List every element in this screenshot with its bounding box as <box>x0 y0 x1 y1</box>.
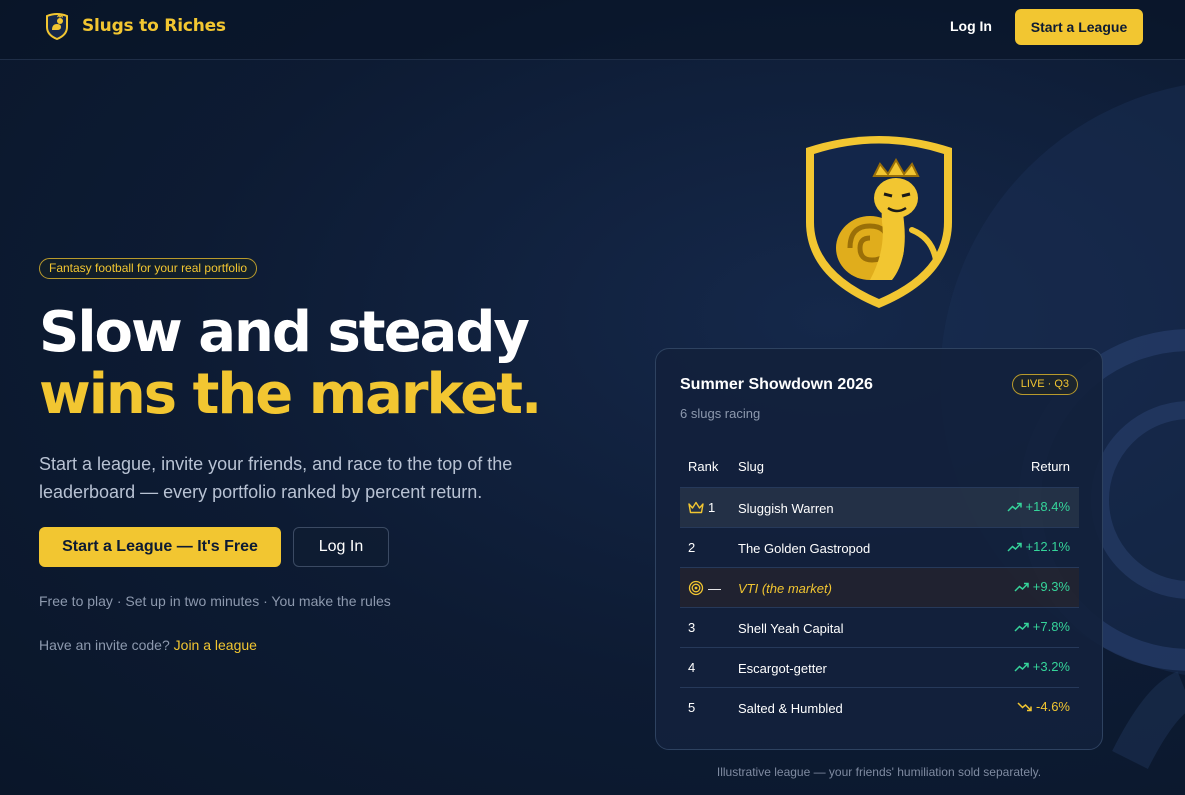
invite-line: Have an invite code? Join a league <box>39 637 257 653</box>
hero-lead-text: Start a league, invite your friends, and… <box>39 454 513 502</box>
column-header-rank: Rank <box>688 459 719 474</box>
return-value: +3.2% <box>1032 659 1070 674</box>
return-cell: +9.3% <box>1014 579 1070 594</box>
rank-value: 1 <box>708 500 716 515</box>
return-cell: +3.2% <box>1014 659 1070 674</box>
return-value: +7.8% <box>1032 619 1070 634</box>
table-row: 1 Sluggish Warren +18.4% <box>680 487 1079 527</box>
live-status-badge: LIVE · Q3 <box>1011 374 1078 395</box>
trend-down-icon <box>1017 701 1032 711</box>
rank-cell: 2 <box>688 540 695 555</box>
return-cell: +12.1% <box>1007 539 1070 554</box>
slug-name: Salted & Humbled <box>738 701 843 716</box>
return-value: +9.3% <box>1032 579 1070 594</box>
league-preview-card: Summer Showdown 2026 LIVE · Q3 6 slugs r… <box>655 348 1103 750</box>
rank-cell: 3 <box>688 620 695 635</box>
return-value: +18.4% <box>1025 499 1070 514</box>
illustrative-caption: Illustrative league — your friends' humi… <box>716 765 1042 779</box>
headline-line-1: Slow and steady <box>39 300 530 365</box>
join-league-link[interactable]: Join a league <box>174 637 257 653</box>
trend-up-icon <box>1014 622 1029 632</box>
rank-value: 4 <box>688 660 696 675</box>
top-navigation-bar: Slugs to Riches Log In Start a League <box>0 0 1185 60</box>
rank-value: — <box>708 580 721 596</box>
tagline-pill: Fantasy football for your real portfolio <box>39 258 258 279</box>
slug-name: VTI (the market) <box>738 581 832 596</box>
hero-headline: Slow and steady wins the market. <box>39 300 542 427</box>
return-value: +12.1% <box>1025 539 1070 554</box>
slug-name: Sluggish Warren <box>738 501 834 516</box>
rank-cell: 5 <box>688 700 695 715</box>
feature-note: Free to play · Set up in two minutes · Y… <box>39 593 391 609</box>
brand[interactable]: Slugs to Riches <box>44 12 226 40</box>
table-row: 5 Salted & Humbled -4.6% <box>680 687 1079 727</box>
trend-up-icon <box>1014 582 1029 592</box>
target-icon <box>688 580 704 596</box>
start-league-free-button[interactable]: Start a League — It's Free <box>39 527 281 567</box>
header-start-league-button[interactable]: Start a League <box>1015 9 1143 45</box>
brand-name: Slugs to Riches <box>82 16 226 36</box>
headline-line-2: wins the market. <box>39 362 542 427</box>
hero-login-button[interactable]: Log In <box>293 527 389 567</box>
league-title: Summer Showdown 2026 <box>680 376 873 393</box>
slug-name: The Golden Gastropod <box>738 541 871 556</box>
rank-value: 3 <box>688 620 696 635</box>
leaderboard-table: Rank Slug Return 1 Sluggish Warren +18.4… <box>680 449 1079 727</box>
league-subtitle: 6 slugs racing <box>680 406 761 421</box>
slug-name: Shell Yeah Capital <box>738 621 844 636</box>
table-row-market-benchmark: — VTI (the market) +9.3% <box>680 567 1079 607</box>
table-row: 4 Escargot-getter +3.2% <box>680 647 1079 687</box>
rank-value: 5 <box>688 700 696 715</box>
trend-up-icon <box>1007 502 1022 512</box>
column-header-return: Return <box>1030 459 1070 474</box>
header-login-link[interactable]: Log In <box>950 18 992 34</box>
slug-crest-logo-icon <box>46 13 68 40</box>
column-header-slug: Slug <box>738 459 765 474</box>
rank-cell: 1 <box>688 500 715 515</box>
return-cell: -4.6% <box>1017 699 1070 714</box>
rank-value: 2 <box>688 540 696 555</box>
return-value: -4.6% <box>1036 699 1070 714</box>
rank-cell: 4 <box>688 660 695 675</box>
trend-up-icon <box>1014 662 1029 672</box>
leaderboard-header-row: Rank Slug Return <box>680 449 1079 487</box>
table-row: 2 The Golden Gastropod +12.1% <box>680 527 1079 567</box>
trend-up-icon <box>1007 542 1022 552</box>
rank-cell: — <box>688 580 721 596</box>
invite-prefix: Have an invite code? <box>39 637 170 653</box>
crown-icon <box>688 501 704 514</box>
table-row: 3 Shell Yeah Capital +7.8% <box>680 607 1079 647</box>
slug-king-crest-icon <box>806 136 952 308</box>
return-cell: +18.4% <box>1007 499 1070 514</box>
slug-name: Escargot-getter <box>738 661 827 676</box>
return-cell: +7.8% <box>1014 619 1070 634</box>
